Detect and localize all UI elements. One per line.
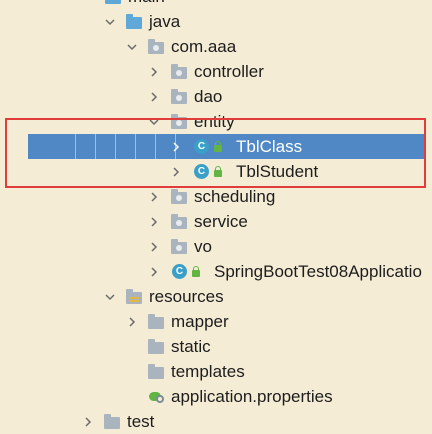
tree-row-label: main	[128, 0, 165, 9]
tree-row-com-aaa[interactable]: com.aaa	[0, 34, 432, 59]
package-icon	[171, 234, 191, 259]
chevron-right-icon[interactable]	[147, 259, 161, 284]
package-icon	[171, 209, 191, 234]
chevron-right-icon[interactable]	[125, 309, 139, 334]
chevron-down-icon[interactable]	[103, 9, 117, 34]
tree-row-tblclass[interactable]: C TblClass	[28, 134, 424, 159]
tree-row-label: TblClass	[236, 137, 303, 156]
tree-row-label: application.properties	[171, 387, 333, 406]
chevron-right-icon[interactable]	[147, 234, 161, 259]
chevron-down-icon[interactable]	[147, 109, 161, 134]
properties-file-icon	[149, 384, 169, 409]
tree-row-label: com.aaa	[171, 37, 237, 56]
tree-row-label: vo	[194, 237, 212, 256]
tree-row-label: entity	[194, 112, 235, 131]
chevron-right-icon[interactable]	[147, 59, 161, 84]
chevron-down-icon[interactable]	[125, 34, 139, 59]
tree-row-label: mapper	[171, 312, 229, 331]
lock-icon	[192, 259, 204, 284]
tree-row-mapper[interactable]: mapper	[0, 309, 432, 334]
chevron-right-icon[interactable]	[169, 134, 183, 159]
resources-folder-icon	[126, 284, 146, 309]
tree-row-test[interactable]: test	[0, 409, 432, 434]
tree-row-springboot-application[interactable]: C SpringBootTest08Applicatio	[0, 259, 432, 284]
tree-row-controller[interactable]: controller	[0, 59, 432, 84]
chevron-right-icon[interactable]	[147, 184, 161, 209]
tree-row-scheduling[interactable]: scheduling	[0, 184, 432, 209]
chevron-right-icon[interactable]	[81, 409, 95, 434]
tree-row-label: test	[127, 412, 155, 431]
package-icon	[171, 184, 191, 209]
tree-row-vo[interactable]: vo	[0, 234, 432, 259]
chevron-right-icon[interactable]	[147, 209, 161, 234]
folder-icon	[148, 359, 168, 384]
tree-row-label: controller	[194, 62, 264, 81]
tree-row-dao[interactable]: dao	[0, 84, 432, 109]
tree-row-label: dao	[194, 87, 223, 106]
package-icon	[148, 34, 168, 59]
tree-row-label: static	[171, 337, 211, 356]
tree-row-application-properties[interactable]: application.properties	[0, 384, 432, 409]
tree-row-label: resources	[149, 287, 224, 306]
tree-row-main[interactable]: main	[0, 0, 432, 9]
chevron-down-icon[interactable]	[103, 284, 117, 309]
tree-row-java[interactable]: java	[0, 9, 432, 34]
tree-row-service[interactable]: service	[0, 209, 432, 234]
tree-row-entity[interactable]: entity	[0, 109, 432, 134]
tree-row-static[interactable]: static	[0, 334, 432, 359]
folder-icon	[148, 309, 168, 334]
tree-row-tblstudent[interactable]: C TblStudent	[0, 159, 432, 184]
package-icon	[171, 59, 191, 84]
chevron-right-icon[interactable]	[169, 159, 183, 184]
folder-icon	[104, 409, 124, 434]
tree-row-label: templates	[171, 362, 245, 381]
tree-row-templates[interactable]: templates	[0, 359, 432, 384]
tree-row-label: service	[194, 212, 248, 231]
tree-row-label: SpringBootTest08Applicatio	[214, 262, 422, 281]
source-folder-icon	[126, 9, 146, 34]
tree-row-label: scheduling	[194, 187, 276, 206]
lock-icon	[214, 134, 226, 159]
project-tree: main java com.aaa controller dao entity …	[0, 0, 432, 433]
spring-boot-class-icon: C	[172, 259, 190, 284]
folder-icon	[105, 0, 125, 9]
tree-row-resources[interactable]: resources	[0, 284, 432, 309]
chevron-right-icon[interactable]	[147, 84, 161, 109]
package-icon	[171, 84, 191, 109]
class-icon: C	[194, 159, 212, 184]
tree-row-label: java	[149, 12, 181, 31]
lock-icon	[214, 159, 226, 184]
tree-row-label: TblStudent	[236, 162, 319, 181]
folder-icon	[148, 334, 168, 359]
class-icon: C	[194, 134, 212, 159]
package-icon	[171, 109, 191, 134]
